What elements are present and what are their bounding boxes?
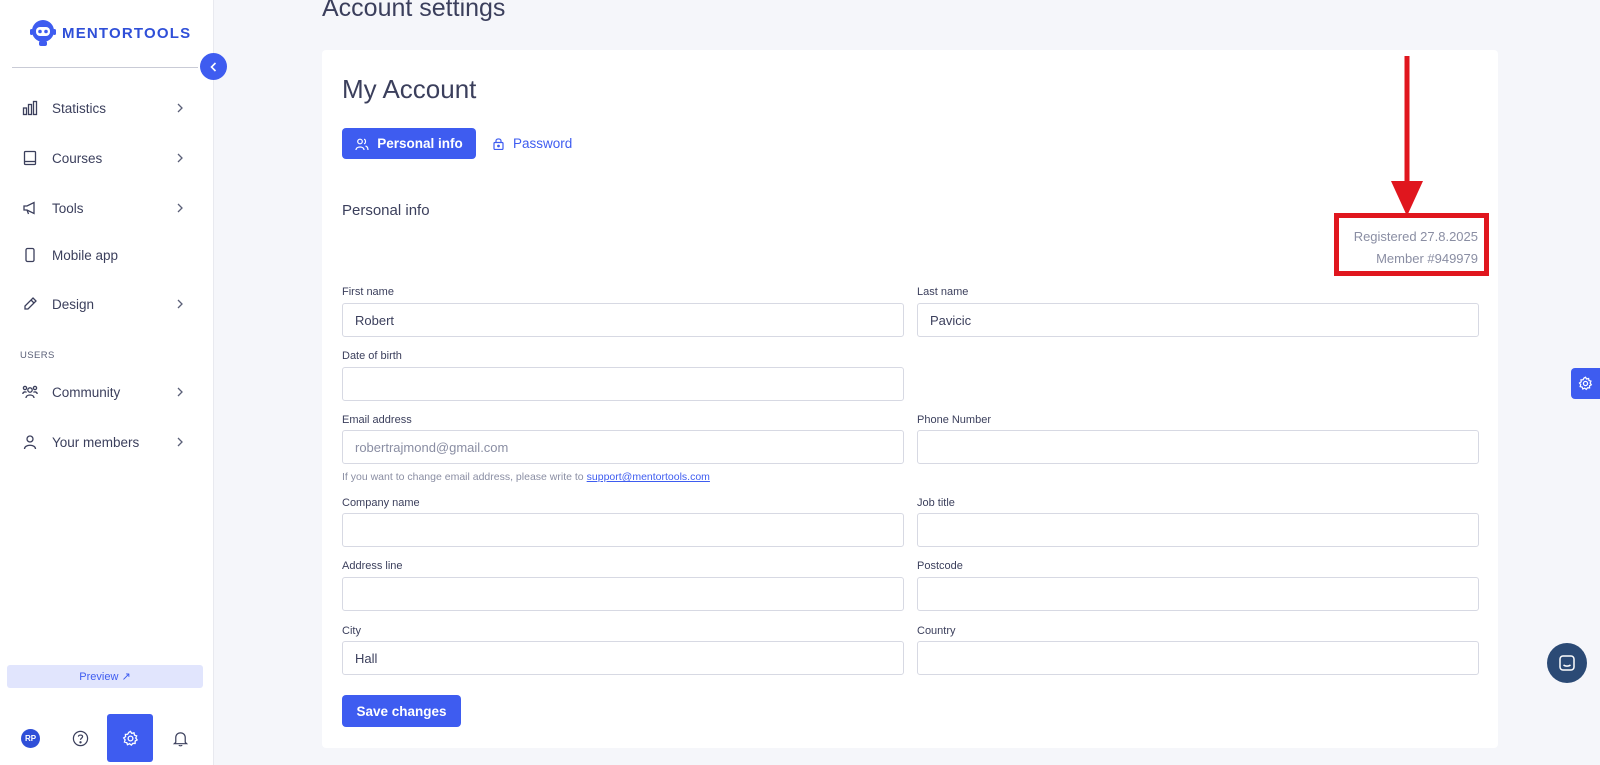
city-input[interactable] bbox=[342, 641, 904, 675]
chevron-right-icon bbox=[177, 153, 183, 163]
help-icon[interactable] bbox=[71, 729, 89, 747]
sidebar-item-statistics[interactable]: Statistics bbox=[0, 88, 214, 128]
email-hint-text: If you want to change email address, ple… bbox=[342, 471, 584, 483]
chevron-left-icon bbox=[209, 61, 216, 72]
pencil-icon bbox=[22, 296, 38, 312]
address-line-input[interactable] bbox=[342, 577, 904, 611]
gear-icon bbox=[122, 730, 138, 746]
sidebar-item-tools[interactable]: Tools bbox=[0, 188, 214, 228]
bell-icon[interactable] bbox=[171, 729, 189, 747]
date-of-birth-label: Date of birth bbox=[342, 350, 402, 362]
section-title: Personal info bbox=[342, 202, 430, 219]
tab-label: Personal info bbox=[377, 136, 463, 151]
community-icon bbox=[22, 384, 38, 400]
sidebar-bottom-bar: RP bbox=[0, 712, 214, 764]
chevron-right-icon bbox=[177, 203, 183, 213]
settings-button[interactable] bbox=[107, 714, 153, 762]
bar-chart-icon bbox=[22, 100, 38, 116]
sidebar-item-community[interactable]: Community bbox=[0, 372, 214, 412]
annotation-highlight-box bbox=[1334, 213, 1489, 276]
phone-label: Phone Number bbox=[917, 414, 991, 426]
chevron-right-icon bbox=[177, 103, 183, 113]
brand-name: MENTORTOOLS bbox=[62, 24, 192, 42]
last-name-label: Last name bbox=[917, 286, 969, 298]
lock-icon bbox=[493, 138, 504, 150]
country-label: Country bbox=[917, 625, 956, 637]
brand-logo[interactable]: MENTORTOOLS bbox=[30, 19, 191, 47]
chat-widget-button[interactable] bbox=[1547, 643, 1587, 683]
sidebar-item-label: Tools bbox=[52, 200, 84, 216]
sidebar-item-label: Statistics bbox=[52, 100, 107, 116]
company-name-input[interactable] bbox=[342, 513, 904, 547]
city-label: City bbox=[342, 625, 361, 637]
user-icon bbox=[22, 434, 38, 450]
collapse-sidebar-button[interactable] bbox=[200, 53, 227, 80]
email-change-hint: If you want to change email address, ple… bbox=[342, 471, 710, 483]
sidebar-item-design[interactable]: Design bbox=[0, 284, 214, 324]
gear-icon bbox=[1578, 376, 1593, 391]
chat-icon bbox=[1559, 655, 1575, 671]
job-title-input[interactable] bbox=[917, 513, 1479, 547]
email-input[interactable] bbox=[342, 430, 904, 464]
account-card: My Account Personal info Password Person… bbox=[322, 50, 1498, 748]
sidebar-item-label: Design bbox=[52, 296, 95, 312]
sidebar-item-label: Community bbox=[52, 384, 121, 400]
email-label: Email address bbox=[342, 414, 412, 426]
avatar[interactable]: RP bbox=[21, 729, 40, 748]
card-title: My Account bbox=[342, 74, 477, 104]
chevron-right-icon bbox=[177, 299, 183, 309]
phone-input[interactable] bbox=[917, 430, 1479, 464]
postcode-label: Postcode bbox=[917, 560, 963, 572]
first-name-input[interactable] bbox=[342, 303, 904, 337]
company-name-label: Company name bbox=[342, 497, 420, 509]
sidebar-item-mobile-app[interactable]: Mobile app bbox=[0, 235, 214, 275]
address-line-label: Address line bbox=[342, 560, 403, 572]
sidebar: MENTORTOOLS Statistics Courses Tools Mob… bbox=[0, 0, 214, 765]
users-icon bbox=[355, 138, 369, 150]
chevron-right-icon bbox=[177, 437, 183, 447]
chevron-right-icon bbox=[177, 387, 183, 397]
robot-logo-icon bbox=[30, 20, 56, 46]
save-changes-button[interactable]: Save changes bbox=[342, 695, 461, 727]
job-title-label: Job title bbox=[917, 497, 955, 509]
book-icon bbox=[22, 150, 38, 166]
country-input[interactable] bbox=[917, 641, 1479, 675]
sidebar-divider bbox=[12, 67, 198, 68]
page-title: Account settings bbox=[322, 0, 506, 22]
annotation-arrow bbox=[1391, 56, 1423, 216]
sidebar-item-label: Your members bbox=[52, 434, 140, 450]
mobile-icon bbox=[22, 247, 38, 263]
postcode-input[interactable] bbox=[917, 577, 1479, 611]
date-of-birth-input[interactable] bbox=[342, 367, 904, 401]
megaphone-icon bbox=[22, 200, 38, 216]
sidebar-item-your-members[interactable]: Your members bbox=[0, 422, 214, 462]
sidebar-item-courses[interactable]: Courses bbox=[0, 138, 214, 178]
sidebar-item-label: Mobile app bbox=[52, 247, 119, 263]
preview-button[interactable]: Preview ↗ bbox=[7, 665, 203, 688]
sidebar-item-label: Courses bbox=[52, 150, 103, 166]
tab-label: Password bbox=[513, 136, 573, 151]
first-name-label: First name bbox=[342, 286, 394, 298]
section-label-users: USERS bbox=[20, 350, 55, 361]
tab-password[interactable]: Password bbox=[492, 128, 572, 159]
support-email-link[interactable]: support@mentortools.com bbox=[587, 471, 710, 483]
last-name-input[interactable] bbox=[917, 303, 1479, 337]
tab-personal-info[interactable]: Personal info bbox=[342, 128, 476, 159]
floating-settings-tab[interactable] bbox=[1571, 368, 1600, 399]
